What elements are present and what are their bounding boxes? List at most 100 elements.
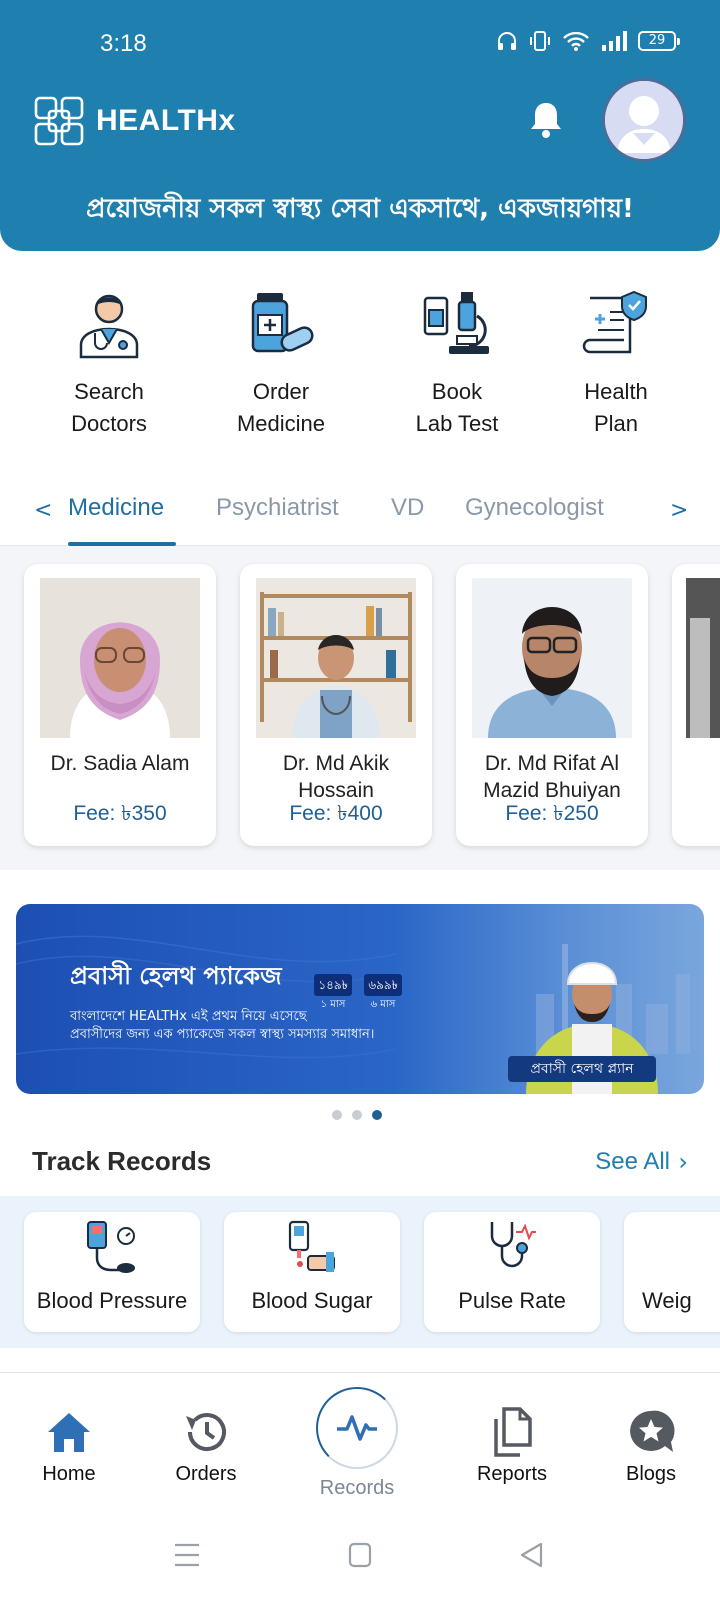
see-all-link[interactable]: See All <box>595 1148 670 1176</box>
banner-plan-label: প্রবাসী হেলথ প্ল্যান <box>508 1056 656 1082</box>
service-label-line2: Medicine <box>236 411 326 436</box>
nav-label-records[interactable]: Records <box>297 1477 417 1500</box>
tab-psychiatrist[interactable]: Psychiatrist <box>216 494 339 522</box>
back-triangle-icon[interactable] <box>520 1542 544 1568</box>
carousel-dot[interactable] <box>352 1110 362 1120</box>
header-tagline: প্রয়োজনীয় সকল স্বাস্থ্য সেবা একসাথে, এ… <box>86 194 634 224</box>
nav-home[interactable]: Home <box>9 1407 129 1486</box>
bottom-navigation: Home Orders Records Reports Blogs <box>0 1372 720 1502</box>
health-plan-icon <box>582 290 647 354</box>
doctor-photo <box>472 578 632 738</box>
doctor-card-partial[interactable] <box>672 564 720 846</box>
blood-pressure-icon <box>87 1221 135 1273</box>
track-records-list: Blood Pressure Blood Sugar Pulse Rate We… <box>0 1196 720 1348</box>
record-weight[interactable]: Weig <box>624 1212 720 1332</box>
doctor-photo <box>40 578 200 738</box>
microscope-icon <box>423 292 489 354</box>
bell-icon <box>531 103 561 138</box>
doctor-fee: Fee: ৳350 <box>73 802 167 825</box>
doctor-name: Dr. Sadia Alam <box>50 752 190 775</box>
nav-reports[interactable]: Reports <box>452 1407 572 1486</box>
user-avatar-icon <box>605 81 683 159</box>
tabs-prev-button[interactable]: < <box>34 498 52 523</box>
doctor-fee: Fee: ৳250 <box>505 802 599 825</box>
health-plan-button[interactable]: Health Plan <box>536 284 696 440</box>
nav-label: Home <box>42 1463 96 1485</box>
tab-gynecologist[interactable]: Gynecologist <box>465 494 604 522</box>
notification-button[interactable] <box>528 100 564 144</box>
service-label-line1: Book <box>431 379 483 404</box>
carousel-dot-active[interactable] <box>372 1110 382 1120</box>
doctor-name: Dr. Md Akik Hossain <box>282 752 390 802</box>
search-doctors-button[interactable]: Search Doctors <box>29 284 189 440</box>
weight-icon <box>686 1220 720 1274</box>
healthx-logo-icon <box>34 96 84 146</box>
record-blood-pressure[interactable]: Blood Pressure <box>24 1212 200 1332</box>
nav-blogs[interactable]: Blogs <box>591 1407 711 1486</box>
record-blood-sugar[interactable]: Blood Sugar <box>224 1212 400 1332</box>
doctor-fee: Fee: ৳400 <box>289 802 383 825</box>
star-chat-icon <box>630 1410 675 1452</box>
tab-medicine[interactable]: Medicine <box>68 494 164 522</box>
tabs-next-button[interactable]: > <box>670 498 688 523</box>
menu-icon[interactable] <box>174 1542 200 1568</box>
promo-banner[interactable]: প্রবাসী হেলথ প্যাকেজ ১৪৯৳ ১ মাস ৬৯৯৳ ৬ ম… <box>16 904 704 1094</box>
record-label: Blood Pressure <box>36 1288 188 1313</box>
documents-icon <box>494 1407 532 1457</box>
app-header: 3:18 29 HEALTHx প্রয়োজনীয় সকল স্বাস্থ্… <box>0 0 720 251</box>
doctor-carousel: Dr. Sadia Alam Fee: ৳350 Dr. Md Akik Hos… <box>0 546 720 870</box>
service-shortcuts: Search Doctors Order Medicine Book Lab T… <box>0 284 720 444</box>
headphones-icon <box>498 32 516 50</box>
nav-records-button[interactable] <box>316 1387 398 1469</box>
wifi-icon <box>563 31 589 51</box>
doctor-photo <box>256 578 416 738</box>
doctor-card[interactable]: Dr. Md Akik Hossain Fee: ৳400 <box>240 564 432 846</box>
profile-avatar[interactable] <box>602 78 686 162</box>
nav-orders[interactable]: Orders <box>146 1407 266 1486</box>
brand-name: HEALTHx <box>96 104 236 137</box>
service-label-line1: Health <box>584 379 648 404</box>
book-lab-test-button[interactable]: Book Lab Test <box>377 284 537 440</box>
nav-label: Blogs <box>625 1463 677 1485</box>
doctor-card[interactable]: Dr. Md Rifat Al Mazid Bhuiyan Fee: ৳250 <box>456 564 648 846</box>
banner-title: প্রবাসী হেলথ প্যাকেজ <box>70 962 282 990</box>
record-pulse-rate[interactable]: Pulse Rate <box>424 1212 600 1332</box>
doctor-name: Dr. Md Rifat Al Mazid Bhuiyan <box>483 752 621 802</box>
track-records-title: Track Records <box>32 1146 212 1176</box>
specialty-tabs: < Medicine Psychiatrist VD Gynecologist … <box>0 480 720 546</box>
stethoscope-icon <box>490 1222 536 1268</box>
doctor-icon <box>79 294 139 359</box>
service-label-line1: Order <box>252 379 310 404</box>
status-time: 3:18 <box>100 30 147 57</box>
home-icon <box>48 1413 90 1452</box>
nav-label: Reports <box>476 1463 548 1485</box>
banner-line-2: প্রবাসীদের জন্য এক প্যাকেজে সকল স্বাস্থ্… <box>70 1027 375 1042</box>
banner-description: বাংলাদেশে HEALTHx এই প্রথম নিয়ে এসেছে প… <box>70 1008 374 1044</box>
system-navigation-bar <box>0 1520 720 1600</box>
order-medicine-button[interactable]: Order Medicine <box>201 284 361 440</box>
status-bar: 3:18 29 <box>0 0 720 90</box>
nav-label: Orders <box>175 1463 237 1485</box>
record-label: Pulse Rate <box>458 1288 566 1313</box>
home-square-icon[interactable] <box>348 1542 372 1568</box>
service-label-line2: Lab Test <box>415 411 499 436</box>
doctor-card[interactable]: Dr. Sadia Alam Fee: ৳350 <box>24 564 216 846</box>
brand-logo[interactable]: HEALTHx <box>34 96 236 146</box>
vibrate-icon <box>530 31 550 51</box>
history-icon <box>186 1413 226 1452</box>
chevron-right-icon[interactable]: › <box>678 1148 688 1176</box>
price-6-month: ৬৯৯৳ <box>364 974 402 996</box>
record-label: Weig <box>642 1288 692 1313</box>
tab-vd[interactable]: VD <box>391 494 424 522</box>
price-1-month: ১৪৯৳ <box>314 974 352 996</box>
service-label-line2: Doctors <box>71 411 147 436</box>
carousel-dot[interactable] <box>332 1110 342 1120</box>
carousel-indicator <box>332 1110 382 1120</box>
service-label-line1: Search <box>74 379 144 404</box>
pulse-icon <box>337 1415 377 1441</box>
battery-indicator: 29 <box>638 31 680 51</box>
medicine-bottle-icon <box>251 293 314 353</box>
signal-icon <box>602 31 627 51</box>
status-icons: 29 <box>496 30 680 52</box>
doctor-photo <box>686 578 720 738</box>
